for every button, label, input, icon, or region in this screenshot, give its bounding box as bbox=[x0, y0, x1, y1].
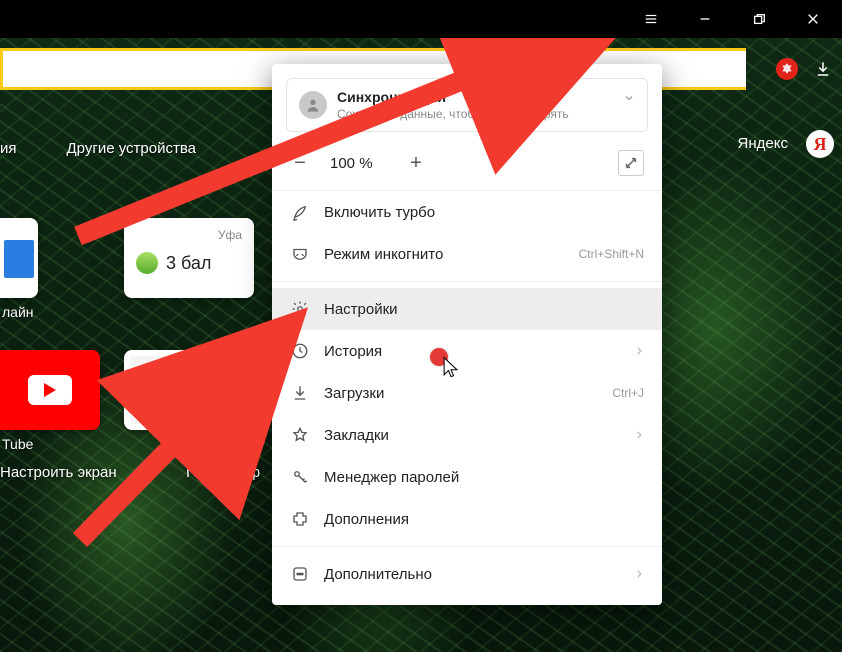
gallery-cell: ☂ bbox=[130, 392, 187, 424]
chevron-down-icon bbox=[623, 91, 635, 109]
chevron-right-icon bbox=[634, 427, 644, 444]
fullscreen-icon bbox=[624, 156, 638, 170]
menu-item-label: Закладки bbox=[324, 427, 389, 444]
menu-item-label: Режим инкогнито bbox=[324, 246, 443, 263]
menu-item-label: Настройки bbox=[324, 301, 398, 318]
zoom-out-button[interactable]: − bbox=[290, 152, 310, 175]
configure-screen-link[interactable]: Настроить экран bbox=[0, 464, 117, 481]
sync-subtitle: Сохраните данные, чтобы их не потерять bbox=[337, 107, 569, 121]
youtube-play-icon bbox=[28, 375, 72, 405]
key-icon bbox=[290, 467, 310, 487]
keyboard-shortcut: Ctrl+J bbox=[612, 386, 644, 400]
restore-icon bbox=[752, 12, 766, 26]
hamburger-icon bbox=[644, 12, 658, 26]
menu-separator bbox=[272, 546, 662, 547]
main-menu-dropdown: Синхронизация Сохраните данные, чтобы их… bbox=[272, 64, 662, 605]
fullscreen-button[interactable] bbox=[618, 150, 644, 176]
sync-title: Синхронизация bbox=[337, 89, 569, 105]
menu-item-settings[interactable]: Настройки bbox=[272, 288, 662, 330]
minimize-icon bbox=[698, 12, 712, 26]
menu-item-label: Включить турбо bbox=[324, 204, 435, 221]
yandex-badge[interactable]: Я bbox=[806, 130, 834, 158]
puzzle-icon bbox=[290, 509, 310, 529]
menu-item-label: История bbox=[324, 343, 382, 360]
zoom-controls: − 100 % + bbox=[272, 142, 662, 191]
avatar-icon bbox=[299, 91, 327, 119]
weather-status-icon bbox=[136, 252, 158, 274]
download-icon bbox=[290, 383, 310, 403]
mask-icon bbox=[290, 244, 310, 264]
hamburger-menu-button[interactable] bbox=[628, 0, 674, 38]
menu-item-addons[interactable]: Дополнения bbox=[272, 498, 662, 540]
zoom-value: 100 % bbox=[330, 155, 386, 172]
rocket-icon bbox=[290, 202, 310, 222]
menu-item-incognito[interactable]: Режим инкогнито Ctrl+Shift+N bbox=[272, 233, 662, 275]
toolbar-right bbox=[776, 48, 834, 90]
menu-item-bookmarks[interactable]: Закладки bbox=[272, 414, 662, 456]
restore-button[interactable] bbox=[736, 0, 782, 38]
menu-item-label: Загрузки bbox=[324, 385, 384, 402]
tile-docs[interactable] bbox=[0, 218, 38, 298]
history-icon bbox=[290, 341, 310, 361]
tile-gallery[interactable]: Яндекс 🌄 ☂ bbox=[124, 350, 254, 430]
tile-docs-caption: лайн bbox=[2, 304, 34, 320]
star-icon bbox=[290, 425, 310, 445]
tile-weather[interactable]: Уфа 3 бал bbox=[124, 218, 254, 298]
menu-item-more[interactable]: Дополнительно bbox=[272, 553, 662, 595]
downloads-icon[interactable] bbox=[812, 58, 834, 80]
menu-item-passwords[interactable]: Менеджер паролей bbox=[272, 456, 662, 498]
menu-item-downloads[interactable]: Загрузки Ctrl+J bbox=[272, 372, 662, 414]
tab-other-devices[interactable]: Другие устройства bbox=[67, 140, 196, 157]
menu-separator bbox=[272, 281, 662, 282]
more-icon bbox=[290, 564, 310, 584]
menu-item-label: Менеджер паролей bbox=[324, 469, 459, 486]
minimize-button[interactable] bbox=[682, 0, 728, 38]
chevron-right-icon bbox=[634, 566, 644, 583]
menu-item-label: Дополнения bbox=[324, 511, 409, 528]
gear-icon bbox=[290, 299, 310, 319]
weather-value: 3 бал bbox=[166, 253, 211, 274]
page-tabs: ия Другие устройства bbox=[0, 140, 196, 157]
tab-fragment[interactable]: ия bbox=[0, 140, 17, 157]
menu-item-label: Дополнительно bbox=[324, 566, 432, 583]
menu-item-turbo[interactable]: Включить турбо bbox=[272, 191, 662, 233]
gallery-link[interactable]: Галерея ф bbox=[186, 464, 260, 481]
tile-youtube-caption: Tube bbox=[2, 436, 33, 452]
gallery-cell: Яндекс bbox=[130, 356, 187, 388]
yandex-link-label[interactable]: Яндекс bbox=[738, 135, 788, 152]
window-titlebar bbox=[0, 0, 842, 38]
menu-item-history[interactable]: История bbox=[272, 330, 662, 372]
close-icon bbox=[806, 12, 820, 26]
gallery-cell: 🌄 bbox=[191, 356, 248, 388]
zoom-in-button[interactable]: + bbox=[406, 152, 426, 175]
chevron-right-icon bbox=[634, 343, 644, 360]
sync-card[interactable]: Синхронизация Сохраните данные, чтобы их… bbox=[286, 78, 648, 132]
weather-city: Уфа bbox=[136, 228, 242, 242]
gallery-cell bbox=[191, 392, 248, 424]
keyboard-shortcut: Ctrl+Shift+N bbox=[579, 247, 644, 261]
adblock-icon[interactable] bbox=[776, 58, 798, 80]
close-window-button[interactable] bbox=[790, 0, 836, 38]
tile-youtube[interactable] bbox=[0, 350, 100, 430]
